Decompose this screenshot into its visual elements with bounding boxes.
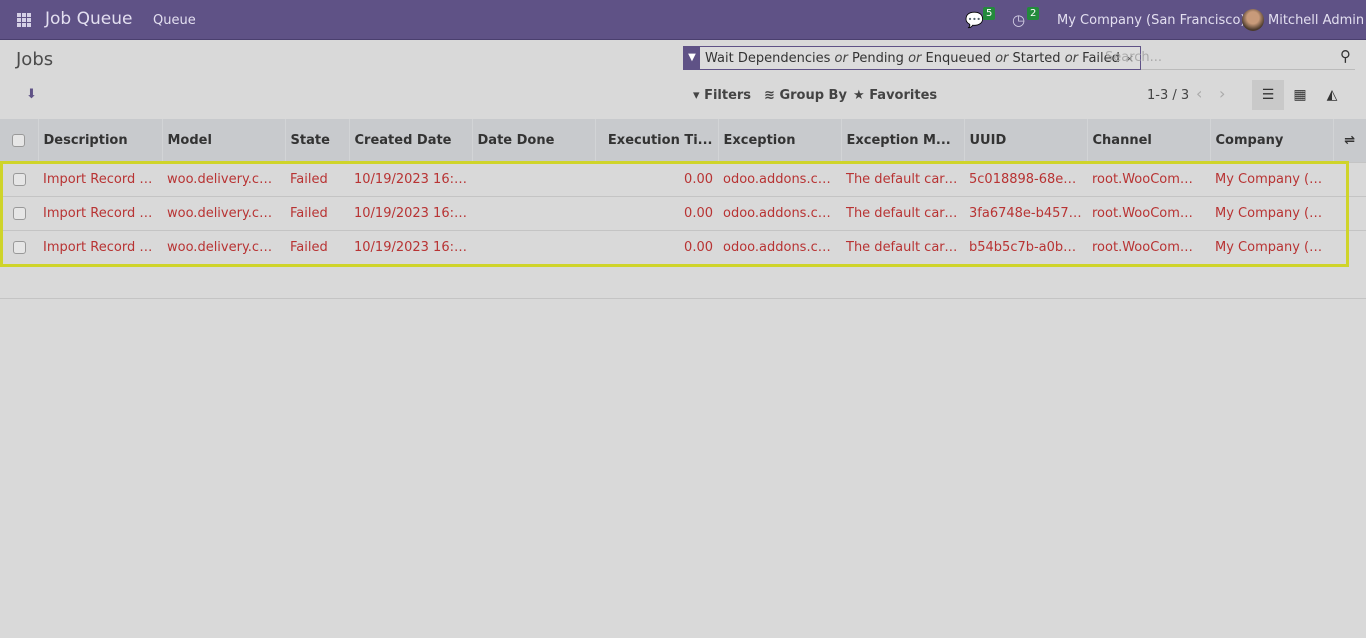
- layers-icon: ≋: [764, 88, 775, 103]
- table-cell: woo.delivery.carr...: [162, 229, 285, 264]
- table-cell: [1333, 161, 1366, 196]
- divider: [0, 298, 1366, 299]
- table-cell: 10/19/2023 16:1...: [349, 161, 472, 196]
- column-header[interactable]: Description: [37, 119, 162, 162]
- page-title: Jobs: [16, 49, 54, 70]
- pager-next-icon[interactable]: ›: [1219, 84, 1225, 103]
- table-header: Description Model State Created Date Dat…: [0, 119, 1366, 162]
- table-cell: odoo.addons.con...: [718, 161, 841, 196]
- table-cell: [472, 195, 595, 230]
- apps-menu-icon[interactable]: [17, 13, 32, 27]
- group-by-button[interactable]: ≋ Group By: [764, 88, 847, 103]
- column-header[interactable]: Channel: [1086, 119, 1210, 162]
- top-navbar: Job Queue Queue 💬 5 ◷ 2 My Company (San …: [0, 0, 1366, 40]
- star-icon: ★: [853, 88, 865, 103]
- table-cell: odoo.addons.con...: [718, 195, 841, 230]
- column-header[interactable]: Company: [1209, 119, 1333, 162]
- table-cell: The default carri...: [841, 161, 964, 196]
- table-cell: Failed: [285, 229, 349, 264]
- table-cell: The default carri...: [841, 195, 964, 230]
- table-cell: [472, 229, 595, 264]
- search-input[interactable]: Search...: [1105, 50, 1162, 65]
- select-all-checkbox[interactable]: [0, 119, 38, 162]
- table-cell: 0.00: [595, 161, 718, 196]
- table-cell: [1333, 195, 1366, 230]
- table-cell: root.WooComme...: [1087, 229, 1210, 264]
- column-header[interactable]: Created Date: [348, 119, 472, 162]
- column-header[interactable]: Execution Ti...: [594, 119, 718, 162]
- facet-text: Wait Dependencies or Pending or Enqueued…: [705, 50, 1120, 66]
- table-cell: My Company (Sa...: [1210, 161, 1333, 196]
- column-header[interactable]: Exception: [717, 119, 841, 162]
- table-cell: 10/19/2023 16:1...: [349, 195, 472, 230]
- filter-facet: ▼ Wait Dependencies or Pending or Enqueu…: [683, 46, 1142, 70]
- filter-icon: ▾: [693, 88, 700, 103]
- messages-icon[interactable]: 💬: [965, 11, 984, 29]
- user-avatar[interactable]: [1242, 9, 1264, 31]
- jobs-table: Description Model State Created Date Dat…: [0, 119, 1366, 264]
- table-cell: [472, 161, 595, 196]
- table-cell: odoo.addons.con...: [718, 229, 841, 264]
- optional-columns-toggle-icon[interactable]: ⇌: [1332, 119, 1366, 162]
- table-row[interactable]: Import Record O... woo.delivery.carr... Fa…: [0, 229, 1366, 264]
- table-cell: 3fa6748e-b457-4...: [964, 195, 1087, 230]
- table-cell: Import Record O...: [38, 161, 162, 196]
- table-cell: My Company (Sa...: [1210, 195, 1333, 230]
- table-row[interactable]: Import Record O... woo.delivery.carr... Fa…: [0, 195, 1366, 230]
- table-cell: My Company (Sa...: [1210, 229, 1333, 264]
- table-cell: woo.delivery.carr...: [162, 195, 285, 230]
- table-cell: 0.00: [595, 229, 718, 264]
- table-cell: [1333, 229, 1366, 264]
- filter-icon: ▼: [684, 47, 700, 69]
- table-cell: root.WooComme...: [1087, 195, 1210, 230]
- table-cell: woo.delivery.carr...: [162, 161, 285, 196]
- column-header[interactable]: Exception M...: [840, 119, 964, 162]
- table-cell: Import Record O...: [38, 229, 162, 264]
- pivot-view-icon[interactable]: ▦: [1284, 80, 1316, 110]
- table-cell: The default carri...: [841, 229, 964, 264]
- search-icon[interactable]: ⚲: [1340, 47, 1351, 65]
- table-cell: Import Record O...: [38, 195, 162, 230]
- column-header[interactable]: UUID: [963, 119, 1087, 162]
- table-cell: 0.00: [595, 195, 718, 230]
- list-view-icon[interactable]: ☰: [1252, 80, 1284, 110]
- activity-clock-icon[interactable]: ◷: [1012, 11, 1025, 29]
- table-cell: 10/19/2023 16:1...: [349, 229, 472, 264]
- menu-queue[interactable]: Queue: [153, 13, 196, 28]
- activities-badge: 2: [1027, 7, 1040, 20]
- pager-value[interactable]: 1-3 / 3: [1147, 88, 1189, 103]
- table-cell: 5c018898-68e3-4...: [964, 161, 1087, 196]
- filters-button[interactable]: ▾ Filters: [693, 88, 751, 103]
- column-header[interactable]: Model: [161, 119, 285, 162]
- row-checkbox[interactable]: [0, 161, 38, 196]
- graph-view-icon[interactable]: ◭: [1316, 80, 1348, 110]
- search-bar: ▼ Wait Dependencies or Pending or Enqueu…: [683, 46, 1355, 70]
- download-export-icon[interactable]: ⬇: [26, 87, 37, 102]
- user-menu[interactable]: Mitchell Admin: [1268, 13, 1364, 28]
- messages-badge: 5: [983, 7, 996, 20]
- favorites-button[interactable]: ★ Favorites: [853, 88, 937, 103]
- table-cell: Failed: [285, 195, 349, 230]
- row-checkbox[interactable]: [0, 195, 38, 230]
- table-row[interactable]: Import Record O... woo.delivery.carr... Fa…: [0, 161, 1366, 196]
- column-header[interactable]: State: [284, 119, 349, 162]
- app-name[interactable]: Job Queue: [45, 9, 132, 29]
- table-cell: Failed: [285, 161, 349, 196]
- column-header[interactable]: Date Done: [471, 119, 595, 162]
- table-cell: root.WooComme...: [1087, 161, 1210, 196]
- row-checkbox[interactable]: [0, 229, 38, 264]
- company-switcher[interactable]: My Company (San Francisco): [1057, 13, 1245, 28]
- table-cell: b54b5c7b-a0bb-4...: [964, 229, 1087, 264]
- pager-previous-icon[interactable]: ‹: [1196, 84, 1202, 103]
